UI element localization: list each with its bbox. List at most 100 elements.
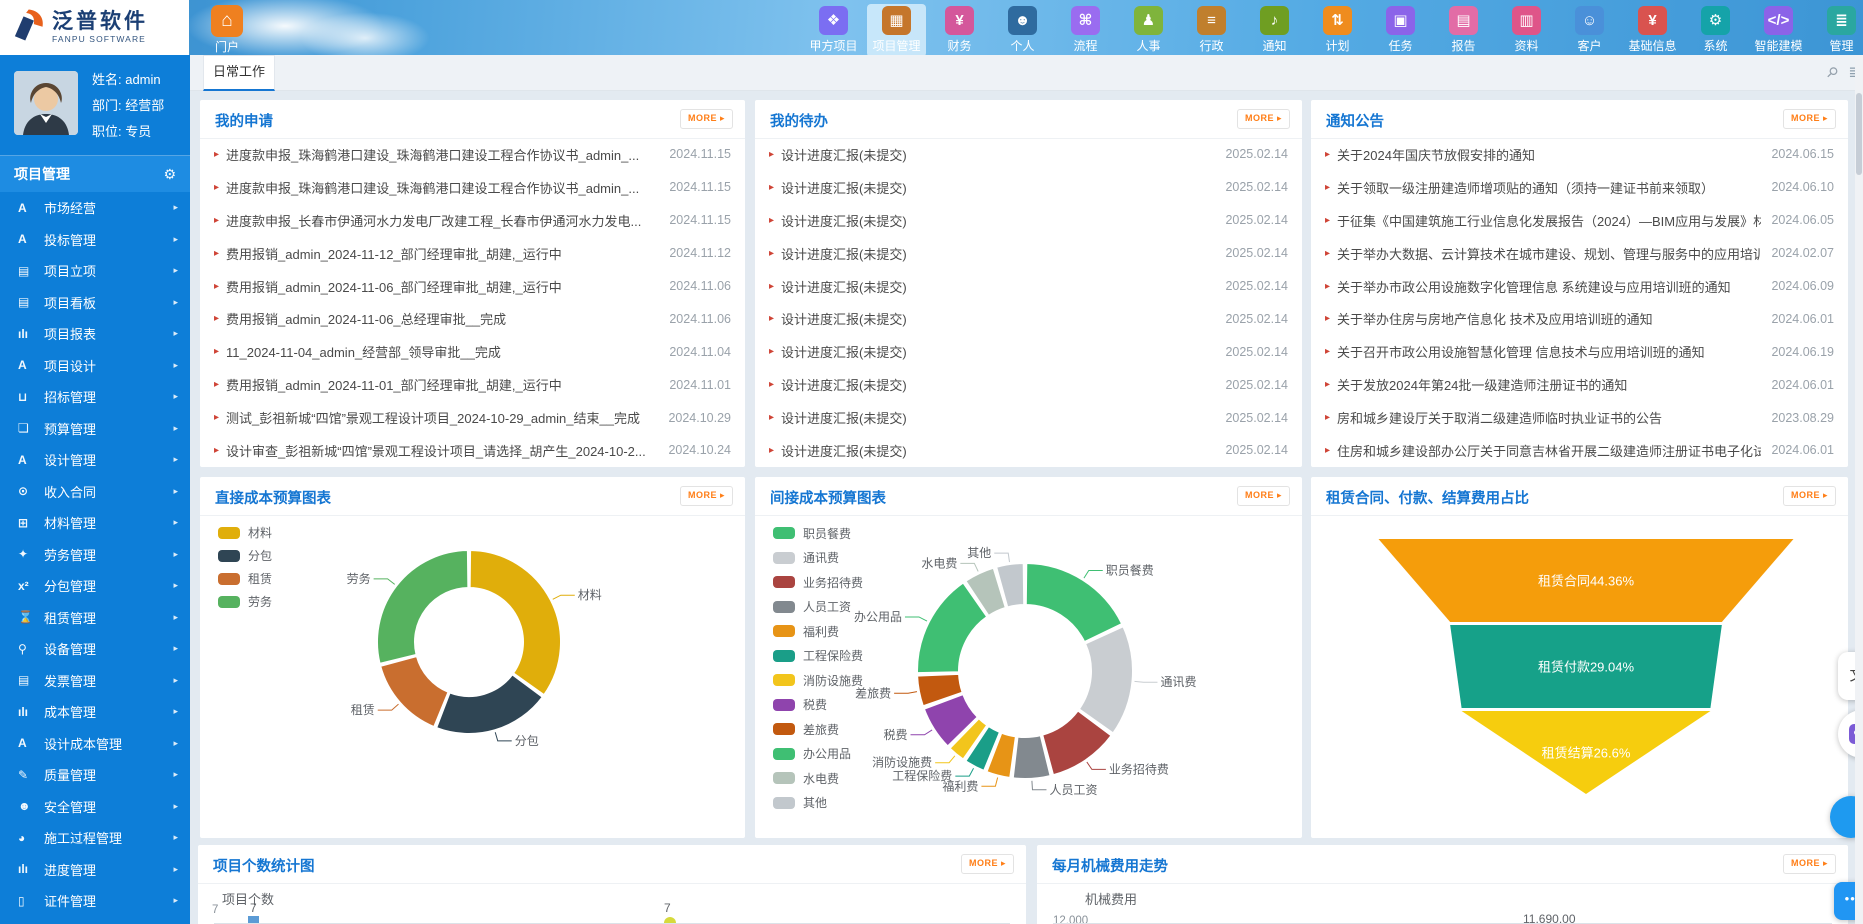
more-button[interactable]: MORE ▸ bbox=[680, 486, 733, 506]
legend-item[interactable]: 办公用品 bbox=[773, 742, 863, 767]
list-item[interactable]: ▸ 关于举办住房与房地产信息化 技术及应用培训班的通知 2024.06.01 bbox=[1311, 302, 1848, 335]
nav-item[interactable]: ≣ 管理 bbox=[1812, 4, 1863, 57]
legend-item[interactable]: 福利费 bbox=[773, 619, 863, 644]
sidebar-menu-item[interactable]: ▤ 发票管理 ▸ bbox=[0, 665, 190, 697]
list-item[interactable]: ▸ 关于2024年国庆节放假安排的通知 2024.06.15 bbox=[1311, 138, 1848, 171]
sidebar-menu-item[interactable]: ▤ 项目立项 ▸ bbox=[0, 255, 190, 287]
list-item[interactable]: ▸ 设计进度汇报(未提交) 2025.02.14 bbox=[755, 204, 1302, 237]
list-item[interactable]: ▸ 设计审查_彭祖新城“四馆”景观工程设计项目_请选择_胡产生_2024-10-… bbox=[200, 434, 745, 467]
nav-item[interactable]: ⚙ 系统 bbox=[1686, 4, 1745, 57]
legend-item[interactable]: 材料 bbox=[218, 521, 272, 544]
nav-item[interactable]: ▥ 资料 bbox=[1497, 4, 1556, 57]
sidebar-menu-item[interactable]: ⊞ 材料管理 ▸ bbox=[0, 507, 190, 539]
legend-item[interactable]: 职员餐费 bbox=[773, 521, 863, 546]
list-item[interactable]: ▸ 测试_彭祖新城“四馆”景观工程设计项目_2024-10-29_admin_结… bbox=[200, 401, 745, 434]
list-item[interactable]: ▸ 关于发放2024年第24批一级建造师注册证书的通知 2024.06.01 bbox=[1311, 368, 1848, 401]
list-item[interactable]: ▸ 设计进度汇报(未提交) 2025.02.14 bbox=[755, 237, 1302, 270]
sidebar-menu-item[interactable]: A 市场经营 ▸ bbox=[0, 192, 190, 224]
list-item[interactable]: ▸ 设计进度汇报(未提交) 2025.02.14 bbox=[755, 434, 1302, 467]
legend-item[interactable]: 通讯费 bbox=[773, 546, 863, 571]
sidebar-menu-item[interactable]: ▯ 证件管理 ▸ bbox=[0, 885, 190, 917]
more-button[interactable]: MORE ▸ bbox=[1783, 486, 1836, 506]
tab-daily-work[interactable]: 日常工作 bbox=[203, 55, 275, 91]
key-icon[interactable]: ⚲ bbox=[1822, 63, 1841, 82]
pie-segment[interactable] bbox=[377, 550, 468, 664]
sidebar-menu-item[interactable]: ⊙ 收入合同 ▸ bbox=[0, 476, 190, 508]
list-item[interactable]: ▸ 费用报销_admin_2024-11-01_部门经理审批_胡建,_运行中 2… bbox=[200, 368, 745, 401]
more-button[interactable]: MORE ▸ bbox=[1237, 109, 1290, 129]
legend-item[interactable]: 消防设施费 bbox=[773, 668, 863, 693]
nav-item[interactable]: ☻ 个人 bbox=[993, 4, 1052, 57]
legend-item[interactable]: 分包 bbox=[218, 544, 272, 567]
nav-item[interactable]: ≡ 行政 bbox=[1182, 4, 1241, 57]
legend-item[interactable]: 租赁 bbox=[218, 567, 272, 590]
list-item[interactable]: ▸ 设计进度汇报(未提交) 2025.02.14 bbox=[755, 270, 1302, 303]
more-button[interactable]: MORE ▸ bbox=[1783, 109, 1836, 129]
list-item[interactable]: ▸ 关于举办大数据、云计算技术在城市建设、规划、管理与服务中的应用培训班... … bbox=[1311, 237, 1848, 270]
sidebar-menu-item[interactable]: A 项目设计 ▸ bbox=[0, 350, 190, 382]
sidebar-menu-item[interactable]: ılı 项目报表 ▸ bbox=[0, 318, 190, 350]
avatar[interactable] bbox=[14, 71, 78, 135]
list-item[interactable]: ▸ 设计进度汇报(未提交) 2025.02.14 bbox=[755, 368, 1302, 401]
list-item[interactable]: ▸ 住房和城乡建设部办公厅关于同意吉林省开展二级建造师注册证书电子化试点... … bbox=[1311, 434, 1848, 467]
list-item[interactable]: ▸ 进度款申报_珠海鹤港口建设_珠海鹤港口建设工程合作协议书_admin_...… bbox=[200, 171, 745, 204]
list-item[interactable]: ▸ 进度款申报_珠海鹤港口建设_珠海鹤港口建设工程合作协议书_admin_...… bbox=[200, 138, 745, 171]
list-item[interactable]: ▸ 设计进度汇报(未提交) 2025.02.14 bbox=[755, 401, 1302, 434]
legend-item[interactable]: 人员工资 bbox=[773, 595, 863, 620]
sidebar-menu-item[interactable]: ✦ 劳务管理 ▸ bbox=[0, 539, 190, 571]
sidebar-menu-item[interactable]: ⚲ 设备管理 ▸ bbox=[0, 633, 190, 665]
list-item[interactable]: ▸ 设计进度汇报(未提交) 2025.02.14 bbox=[755, 335, 1302, 368]
list-item[interactable]: ▸ 设计进度汇报(未提交) 2025.02.14 bbox=[755, 171, 1302, 204]
scrollbar-thumb[interactable] bbox=[1856, 93, 1862, 175]
scrollbar-track[interactable] bbox=[1855, 55, 1863, 924]
nav-item[interactable]: ▣ 任务 bbox=[1371, 4, 1430, 57]
sidebar-menu-item[interactable]: ✎ 质量管理 ▸ bbox=[0, 759, 190, 791]
sidebar-menu-item[interactable]: ▤ 项目看板 ▸ bbox=[0, 287, 190, 319]
sidebar-menu-item[interactable]: ☻ 安全管理 ▸ bbox=[0, 791, 190, 823]
sidebar-menu-item[interactable]: ❏ 预算管理 ▸ bbox=[0, 413, 190, 445]
settings-gear-icon[interactable]: ⚙ bbox=[163, 166, 176, 183]
nav-item[interactable]: ▤ 报告 bbox=[1434, 4, 1493, 57]
list-item[interactable]: ▸ 进度款申报_长春市伊通河水力发电厂改建工程_长春市伊通河水力发电... 20… bbox=[200, 204, 745, 237]
list-item[interactable]: ▸ 费用报销_admin_2024-11-06_总经理审批__完成 2024.1… bbox=[200, 302, 745, 335]
nav-item[interactable]: ❖ 甲方项目 bbox=[804, 4, 863, 57]
list-item[interactable]: ▸ 11_2024-11-04_admin_经营部_领导审批__完成 2024.… bbox=[200, 335, 745, 368]
pie-segment[interactable] bbox=[470, 550, 561, 695]
nav-item[interactable]: ☺ 客户 bbox=[1560, 4, 1619, 57]
sidebar-menu-item[interactable]: ◕ 施工过程管理 ▸ bbox=[0, 822, 190, 854]
nav-item[interactable]: ¥ 基础信息 bbox=[1623, 4, 1682, 57]
list-item[interactable]: ▸ 于征集《中国建筑施工行业信息化发展报告（2024）—BIM应用与发展》材料.… bbox=[1311, 204, 1848, 237]
legend-item[interactable]: 差旅费 bbox=[773, 717, 863, 742]
more-button[interactable]: MORE ▸ bbox=[961, 854, 1014, 874]
nav-item[interactable]: ♪ 通知 bbox=[1245, 4, 1304, 57]
list-item[interactable]: ▸ 关于召开市政公用设施智慧化管理 信息技术与应用培训班的通知 2024.06.… bbox=[1311, 335, 1848, 368]
list-item[interactable]: ▸ 关于举办市政公用设施数字化管理信息 系统建设与应用培训班的通知 2024.0… bbox=[1311, 270, 1848, 303]
nav-item[interactable]: </> 智能建模 bbox=[1749, 4, 1808, 57]
list-item[interactable]: ▸ 设计进度汇报(未提交) 2025.02.14 bbox=[755, 138, 1302, 171]
sidebar-menu-item[interactable]: x² 分包管理 ▸ bbox=[0, 570, 190, 602]
sidebar-menu-item[interactable]: A 设计成本管理 ▸ bbox=[0, 728, 190, 760]
list-item[interactable]: ▸ 设计进度汇报(未提交) 2025.02.14 bbox=[755, 302, 1302, 335]
pie-segment[interactable] bbox=[380, 656, 448, 727]
more-button[interactable]: MORE ▸ bbox=[680, 109, 733, 129]
list-item[interactable]: ▸ 费用报销_admin_2024-11-12_部门经理审批_胡建,_运行中 2… bbox=[200, 237, 745, 270]
legend-item[interactable]: 业务招待费 bbox=[773, 570, 863, 595]
nav-item[interactable]: ⌘ 流程 bbox=[1056, 4, 1115, 57]
legend-item[interactable]: 劳务 bbox=[218, 590, 272, 613]
sidebar-menu-item[interactable]: A 设计管理 ▸ bbox=[0, 444, 190, 476]
sidebar-menu-item[interactable]: ılı 进度管理 ▸ bbox=[0, 854, 190, 886]
list-item[interactable]: ▸ 房和城乡建设厅关于取消二级建造师临时执业证书的公告 2023.08.29 bbox=[1311, 401, 1848, 434]
nav-item[interactable]: ♟ 人事 bbox=[1119, 4, 1178, 57]
more-button[interactable]: MORE ▸ bbox=[1783, 854, 1836, 874]
nav-item[interactable]: ⇅ 计划 bbox=[1308, 4, 1367, 57]
sidebar-menu-item[interactable]: ⌛ 租赁管理 ▸ bbox=[0, 602, 190, 634]
nav-item[interactable]: ▦ 项目管理 bbox=[867, 4, 926, 57]
legend-item[interactable]: 税费 bbox=[773, 693, 863, 718]
legend-item[interactable]: 水电费 bbox=[773, 766, 863, 791]
list-item[interactable]: ▸ 关于领取一级注册建造师增项贴的通知（须持一建证书前来领取） 2024.06.… bbox=[1311, 171, 1848, 204]
more-button[interactable]: MORE ▸ bbox=[1237, 486, 1290, 506]
nav-item[interactable]: ¥ 财务 bbox=[930, 4, 989, 57]
list-item[interactable]: ▸ 费用报销_admin_2024-11-06_部门经理审批_胡建,_运行中 2… bbox=[200, 270, 745, 303]
legend-item[interactable]: 其他 bbox=[773, 791, 863, 816]
nav-item-portal[interactable]: ⌂ 门户 bbox=[200, 5, 254, 55]
